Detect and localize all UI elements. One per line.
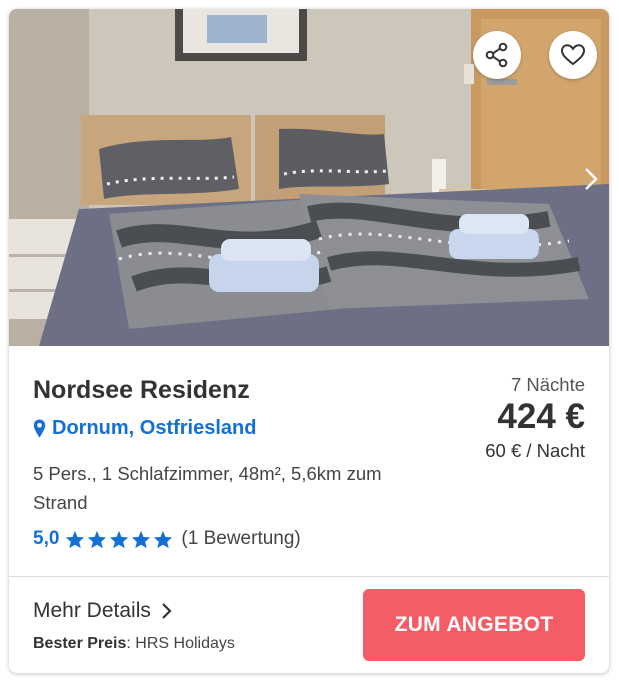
offer-button[interactable]: ZUM ANGEBOT <box>363 589 585 661</box>
best-price-label: Bester Preis <box>33 635 127 652</box>
star-icon <box>88 530 107 548</box>
rating-stars <box>65 530 173 549</box>
map-pin-icon <box>33 419 46 438</box>
best-price-provider: : HRS Holidays <box>126 635 235 652</box>
price-per-night: 60 € / Nacht <box>485 440 585 461</box>
star-icon <box>66 530 85 548</box>
rating-score: 5,0 <box>33 528 60 549</box>
listing-details: 5 Pers., 1 Schlafzimmer, 48m², 5,6km zum… <box>33 463 382 513</box>
heart-icon <box>560 44 586 66</box>
more-details-label: Mehr Details <box>33 599 151 622</box>
rating-row: 5,0 (1 Bewertung) <box>33 528 301 550</box>
share-button[interactable] <box>473 31 521 79</box>
share-icon <box>485 42 508 68</box>
price-block: 7 Nächte 424 € 60 € / Nacht <box>485 374 585 462</box>
best-price-note: Bester Preis: HRS Holidays <box>33 635 235 653</box>
star-icon <box>132 530 151 548</box>
listing-info: Nordsee Residenz Dornum, Ostfriesland 5 … <box>9 346 609 577</box>
listing-photo[interactable] <box>9 9 609 346</box>
nights-label: 7 Nächte <box>510 374 585 395</box>
rating-count[interactable]: (1 Bewertung) <box>181 528 300 550</box>
location-label: Dornum, Ostfriesland <box>52 417 257 439</box>
listing-title[interactable]: Nordsee Residenz <box>33 376 250 405</box>
favorite-button[interactable] <box>549 31 597 79</box>
more-details-link[interactable]: Mehr Details <box>33 599 173 623</box>
listing-footer: Mehr Details Bester Preis: HRS Holidays … <box>9 577 609 673</box>
chevron-right-icon <box>162 603 172 619</box>
chevron-right-icon[interactable] <box>581 165 601 193</box>
star-icon <box>154 530 173 548</box>
listing-location[interactable]: Dornum, Ostfriesland <box>33 417 256 440</box>
total-price: 424 € <box>497 397 585 436</box>
star-icon <box>110 530 129 548</box>
listing-card: Nordsee Residenz Dornum, Ostfriesland 5 … <box>9 9 609 673</box>
